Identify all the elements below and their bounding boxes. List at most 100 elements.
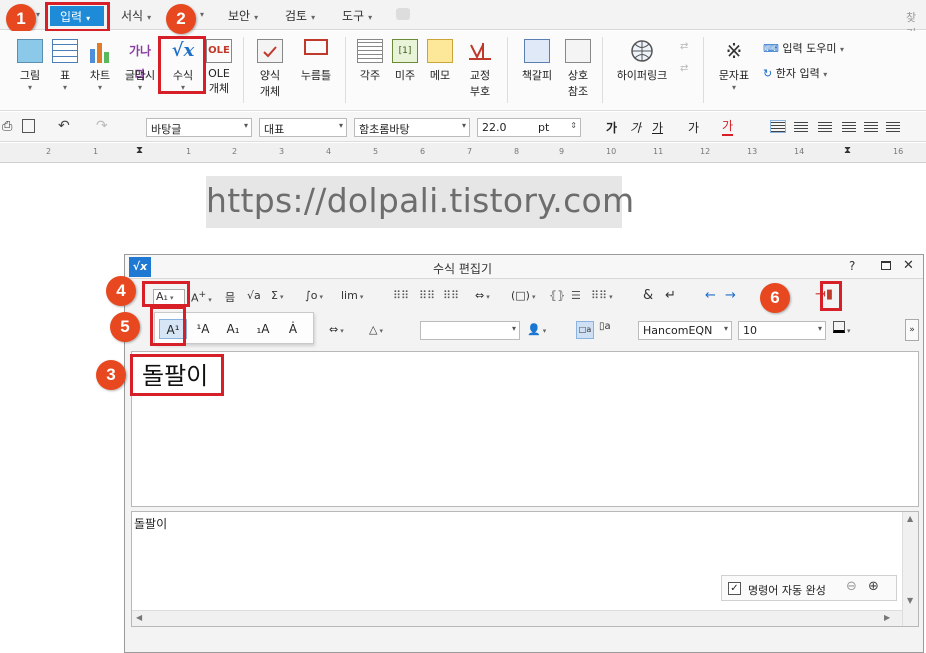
fraction-icon[interactable]: 믐	[225, 289, 235, 305]
chevron-down-icon[interactable]: ▾	[36, 10, 40, 19]
category-select[interactable]: 대표 ▾	[259, 118, 347, 137]
align-right-icon[interactable]	[842, 120, 856, 132]
enter-icon[interactable]: ↵	[665, 288, 676, 303]
chevron-down-icon[interactable]: ▾	[200, 10, 204, 19]
triangle-dropdown[interactable]: △ ▾	[369, 323, 383, 336]
scroll-up-icon[interactable]: ▲	[907, 514, 913, 523]
spacing-dropdown[interactable]: ⇔ ▾	[329, 323, 344, 336]
print-icon[interactable]: ⎙	[2, 119, 12, 134]
integral-dropdown[interactable]: ∫o ▾	[305, 289, 323, 302]
scroll-right-icon[interactable]: ▶	[884, 613, 890, 622]
font-size-input[interactable]: 22.0 pt ⇕	[477, 118, 581, 137]
command-input-area[interactable]: 돌팔이 ▲ ▼ ◀ ▶	[131, 511, 919, 627]
link-icon[interactable]: ⇄ ⇄	[680, 41, 694, 81]
option-subscript-left[interactable]: ₁A	[249, 319, 277, 339]
grid-dropdown[interactable]: ⠿⠿ ▾	[591, 289, 613, 302]
scroll-left-icon[interactable]: ◀	[136, 613, 142, 622]
bracket-dropdown[interactable]: (□) ▾	[511, 289, 536, 302]
distribute-icon[interactable]	[864, 120, 878, 132]
ribbon-picture[interactable]: 그림 ▾	[14, 39, 46, 92]
arrow-dropdown[interactable]: ⇔ ▾	[475, 289, 490, 302]
ribbon-footnote[interactable]: 각주	[354, 39, 386, 83]
scroll-down-icon[interactable]: ▼	[907, 596, 913, 605]
triangle-icon: △	[369, 323, 378, 336]
equation-edit-area[interactable]: 돌팔이	[131, 351, 919, 507]
scrollbar-horizontal[interactable]: ◀ ▶	[132, 610, 902, 626]
menu-format[interactable]: 서식 ▾	[121, 7, 151, 25]
expand-toolbar-icon[interactable]: »	[905, 319, 919, 341]
split-align-icon[interactable]	[886, 120, 900, 132]
ribbon-memo[interactable]: 메모	[424, 39, 456, 83]
text-color-button[interactable]: 가	[722, 117, 734, 136]
indent-marker-icon[interactable]: ⧗	[136, 145, 143, 156]
menu-review[interactable]: 검토 ▾	[285, 7, 315, 25]
align-left-icon[interactable]	[794, 120, 808, 132]
strike-button[interactable]: 가	[688, 119, 699, 136]
style-select[interactable]: 바탕글 ▾	[146, 118, 252, 137]
redo-icon[interactable]: ↷	[96, 118, 108, 134]
symbol-select[interactable]: ▾	[420, 321, 520, 340]
save-icon[interactable]	[22, 119, 35, 133]
right-indent-marker-icon[interactable]: ⧗	[844, 145, 851, 156]
help-button[interactable]: ?	[849, 259, 855, 273]
picture-icon	[17, 39, 43, 63]
ribbon-proofmark[interactable]: 교정 부호	[462, 39, 498, 99]
autocomplete-checkbox[interactable]: ✓	[728, 582, 741, 595]
option-subscript-right[interactable]: A₁	[219, 319, 247, 339]
zoom-in-icon[interactable]: ⊕	[868, 579, 879, 594]
ribbon-bookmark[interactable]: 책갈피	[515, 39, 559, 83]
maximize-icon[interactable]	[881, 261, 891, 270]
settings-icon[interactable]	[396, 8, 410, 20]
ribbon-symbol[interactable]: ※ 문자표 ▾	[712, 39, 756, 92]
matrix-row-icon[interactable]: ⠿⠿	[443, 289, 459, 302]
undo-icon[interactable]: ↶	[58, 118, 70, 134]
matrix-col-icon[interactable]: ⠿⠿	[419, 289, 435, 302]
root-icon[interactable]: √a	[247, 289, 261, 302]
ribbon-field[interactable]: 누름틀	[296, 39, 336, 83]
close-icon[interactable]: ✕	[903, 258, 914, 273]
display-mode-icon[interactable]: ▯a	[599, 321, 611, 332]
limit-dropdown[interactable]: lim ▾	[341, 289, 363, 302]
dialog-titlebar[interactable]: √x 수식 편집기 ? ✕	[125, 255, 923, 279]
ribbon-hyperlink[interactable]: 하이퍼링크	[610, 39, 674, 83]
superscript-dropdown-icon[interactable]: A+ ▾	[191, 289, 212, 305]
color-dropdown[interactable]: ▾	[833, 321, 851, 336]
ribbon-input-helper[interactable]: ⌨ 입력 도우미 ▾	[763, 40, 844, 56]
ribbon-crossref[interactable]: 상호 참조	[560, 39, 596, 99]
arrow-right-icon[interactable]: →	[725, 288, 736, 303]
ribbon-table[interactable]: 표 ▾	[50, 39, 80, 92]
step-badge-2: 2	[166, 4, 196, 34]
ribbon-ole[interactable]: OLE OLE 개체	[203, 39, 235, 96]
bold-button[interactable]: 가	[606, 119, 617, 136]
ampersand-icon[interactable]: &	[643, 288, 653, 303]
menu-security[interactable]: 보안 ▾	[228, 7, 258, 25]
ribbon-symbol-label: 문자표	[718, 69, 750, 82]
ribbon-chart[interactable]: 차트 ▾	[84, 39, 116, 92]
ruler[interactable]: 2 1 ⧗ 1 2 3 4 5 6 7 8 9 10 11 12 13 14 ⧗…	[0, 143, 926, 163]
arrow-left-icon[interactable]: ←	[705, 288, 716, 303]
underline-button[interactable]: 가	[652, 119, 663, 136]
font-select[interactable]: 함초롬바탕 ▾	[354, 118, 470, 137]
equal-icon[interactable]: ☰	[571, 289, 581, 302]
ribbon-hanja-input[interactable]: ↻ 한자 입력 ▾	[763, 65, 827, 81]
ribbon-wordart[interactable]: 가나다 글맵시 ▾	[120, 39, 160, 92]
sum-dropdown[interactable]: Σ ▾	[271, 289, 283, 302]
eq-font-select[interactable]: HancomEQN ▾	[638, 321, 732, 340]
person-dropdown[interactable]: 👤 ▾	[527, 323, 546, 336]
menu-tools[interactable]: 도구 ▾	[342, 7, 372, 25]
decoration-icon[interactable]: ⦃⦄	[549, 289, 565, 302]
option-above[interactable]: Ȧ	[279, 319, 307, 339]
ribbon-form-object[interactable]: 양식 개체	[252, 39, 288, 99]
align-justify-icon[interactable]	[770, 120, 786, 133]
align-center-icon[interactable]	[818, 120, 832, 132]
inline-mode-icon[interactable]: □a	[576, 321, 594, 339]
ribbon-separator	[507, 37, 508, 103]
ribbon-endnote[interactable]: [1] 미주	[389, 39, 421, 83]
ruler-tick: 12	[700, 147, 711, 156]
zoom-out-icon[interactable]: ⊖	[846, 579, 857, 594]
italic-button[interactable]: 가	[630, 119, 641, 136]
matrix-icon[interactable]: ⠿⠿	[393, 289, 409, 302]
eq-size-select[interactable]: 10 ▾	[738, 321, 826, 340]
option-superscript-left[interactable]: ¹A	[189, 319, 217, 339]
scrollbar-vertical[interactable]: ▲ ▼	[902, 512, 918, 626]
